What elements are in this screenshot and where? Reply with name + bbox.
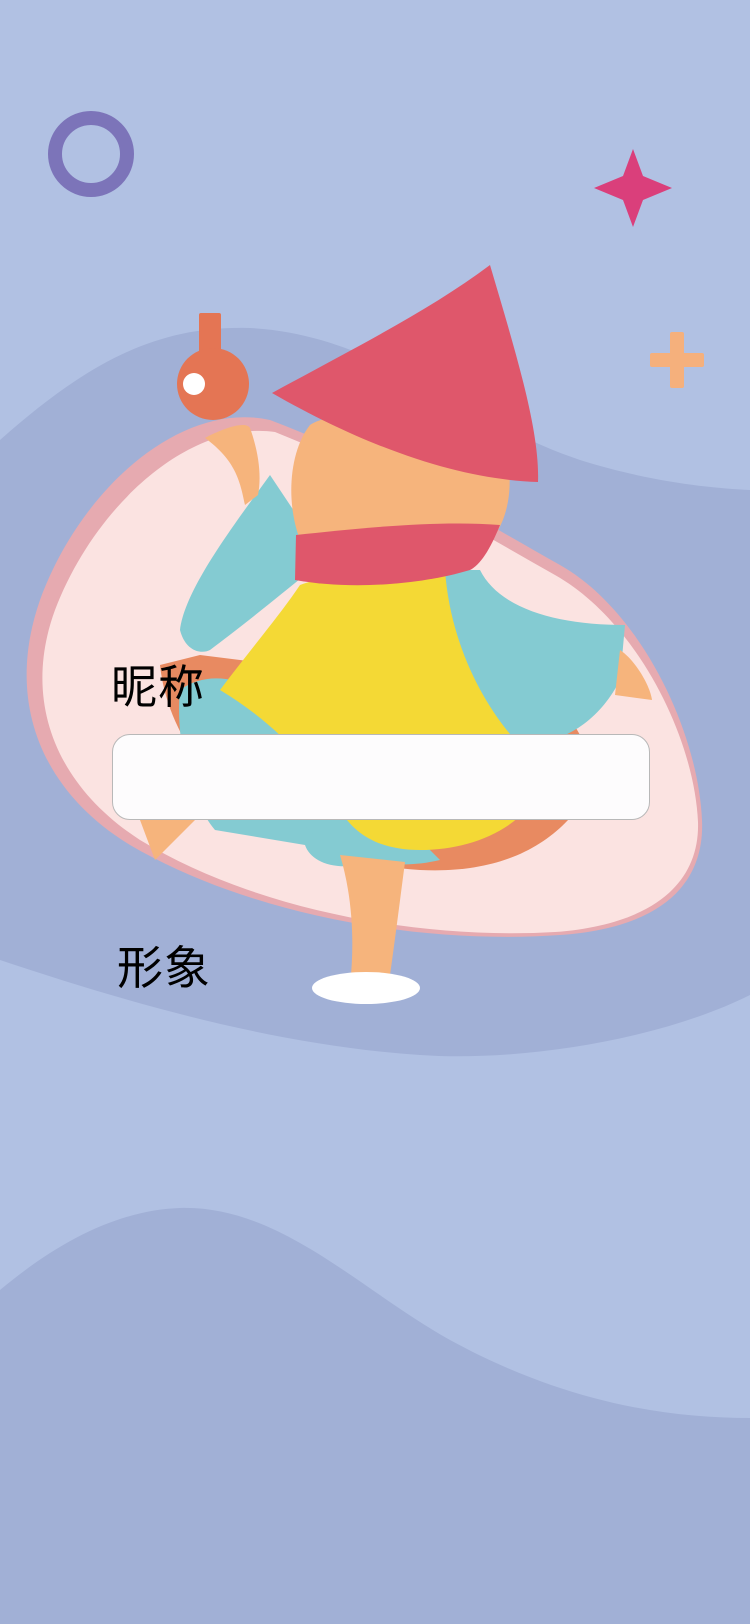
avatar-label: 形象 xyxy=(117,941,211,995)
nickname-setup-screen: 昵称 形象 xyxy=(0,0,750,1624)
nickname-input[interactable] xyxy=(112,734,650,820)
nickname-label: 昵称 xyxy=(111,660,205,714)
